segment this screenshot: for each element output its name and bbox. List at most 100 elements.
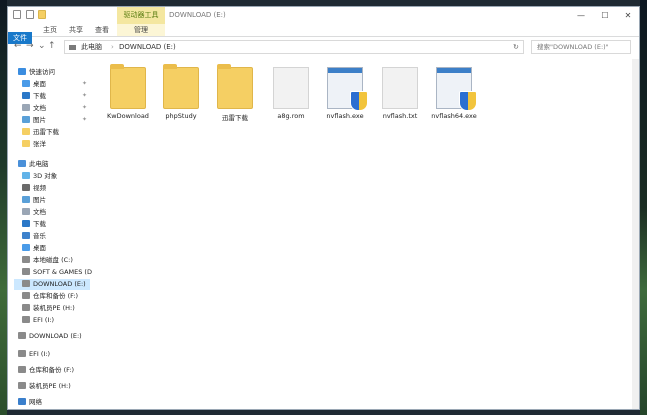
nav-drive-i-root[interactable]: EFI (I:) [18, 349, 50, 360]
nav-label: EFI (I:) [29, 350, 51, 358]
nav-drive-h-root[interactable]: 装机员PE (H:) [18, 381, 71, 392]
recent-locations-button[interactable]: ⌄ [38, 41, 46, 51]
nav-label: 桌面 [33, 244, 46, 252]
drive-icon [18, 350, 26, 357]
nav-label: 下载 [33, 220, 46, 228]
nav-quick-access[interactable]: 快速访问 [18, 67, 55, 78]
drive-icon [22, 292, 30, 299]
breadcrumb-this-pc[interactable]: 此电脑 [81, 41, 102, 53]
back-button[interactable]: ← [14, 41, 22, 51]
tab-view[interactable]: 查看 [92, 24, 112, 36]
search-input[interactable]: 搜索"DOWNLOAD (E:)" [531, 40, 631, 54]
nav-pc-desktop[interactable]: 桌面 [22, 243, 46, 254]
file-name: nvflash64.exe [431, 112, 477, 120]
breadcrumb-drive[interactable]: DOWNLOAD (E:) [119, 41, 176, 53]
app-icon [13, 10, 21, 19]
nav-this-pc[interactable]: 此电脑 [18, 159, 49, 170]
close-button[interactable]: ✕ [617, 7, 639, 24]
nav-videos[interactable]: 视频 [22, 183, 46, 194]
pin-icon: ✦ [82, 80, 88, 87]
file-item-kwdownload[interactable]: KwDownload [102, 64, 154, 120]
file-item-phpstudy[interactable]: phpStudy [155, 64, 207, 120]
address-bar[interactable]: 此电脑 › DOWNLOAD (E:) ↻ [64, 40, 524, 54]
nav-label: 图片 [33, 196, 46, 204]
nav-music[interactable]: 音乐 [22, 231, 46, 242]
blank-file-icon [273, 67, 309, 109]
text-file-icon [382, 67, 418, 109]
nav-3d-objects[interactable]: 3D 对象 [22, 171, 57, 182]
tab-manage[interactable]: 管理 [123, 24, 159, 36]
up-button[interactable]: ↑ [48, 41, 56, 51]
drive-icon [18, 332, 26, 339]
nav-label: 音乐 [33, 232, 46, 240]
tab-home[interactable]: 主页 [40, 24, 60, 36]
properties-icon[interactable] [26, 10, 34, 19]
vertical-scrollbar[interactable] [632, 59, 639, 409]
drive-icon [18, 382, 26, 389]
file-item-a8g-rom[interactable]: a8g.rom [265, 67, 317, 120]
context-group-label: 驱动器工具 [123, 11, 159, 19]
minimize-button[interactable]: — [570, 7, 592, 24]
document-icon [22, 104, 30, 111]
desktop-icon [22, 244, 30, 251]
explorer-window: 驱动器工具 DOWNLOAD (E:) — ☐ ✕ 文件 主页 共享 查看 管理… [7, 6, 640, 410]
new-folder-icon[interactable] [38, 10, 46, 19]
drive-icon [22, 316, 30, 323]
forward-button[interactable]: → [26, 41, 34, 51]
drive-icon [18, 366, 26, 373]
navigation-pane: 快速访问 桌面 ✦ 下载 ✦ 文档 ✦ 图片 ✦ 迅雷下载 张洋 此电脑 3D … [8, 59, 94, 409]
drive-icon [22, 268, 30, 275]
drive-icon [22, 304, 30, 311]
pictures-icon [22, 196, 30, 203]
nav-drive-e-selected[interactable]: DOWNLOAD (E:) [14, 279, 90, 290]
executable-icon [327, 67, 368, 111]
star-icon [18, 68, 26, 75]
nav-drive-f[interactable]: 仓库和备份 (F:) [22, 291, 78, 302]
desktop-icon [22, 80, 30, 87]
nav-label: 仓库和备份 (F:) [29, 366, 75, 374]
nav-label: 文档 [33, 208, 46, 216]
file-item-xunlei[interactable]: 迅雷下载 [209, 64, 261, 122]
file-item-nvflash-exe[interactable]: nvflash.exe [319, 67, 371, 120]
nav-label: DOWNLOAD (E:) [33, 280, 86, 288]
nav-pictures[interactable]: 图片 [22, 115, 46, 126]
executable-icon [436, 67, 477, 111]
maximize-button[interactable]: ☐ [594, 7, 616, 24]
document-icon [22, 208, 30, 215]
nav-network[interactable]: 网络 [18, 397, 42, 408]
nav-pc-downloads[interactable]: 下载 [22, 219, 46, 230]
nav-drive-f-root[interactable]: 仓库和备份 (F:) [18, 365, 74, 376]
nav-label: 张洋 [33, 140, 46, 148]
file-item-nvflash64-exe[interactable]: nvflash64.exe [428, 67, 480, 120]
nav-drive-e-root[interactable]: DOWNLOAD (E:) [18, 331, 82, 342]
nav-drive-i[interactable]: EFI (I:) [22, 315, 54, 326]
nav-pc-pictures[interactable]: 图片 [22, 195, 46, 206]
file-name: nvflash.exe [326, 112, 364, 120]
network-icon [18, 398, 26, 405]
nav-pc-documents[interactable]: 文档 [22, 207, 46, 218]
uac-shield-icon [350, 91, 368, 111]
address-row: ← → ⌄ ↑ 此电脑 › DOWNLOAD (E:) ↻ 搜索"DOWNLOA… [8, 37, 639, 57]
nav-xunlei-downloads[interactable]: 迅雷下载 [22, 127, 59, 138]
folder-icon [22, 140, 30, 147]
nav-zhangyang[interactable]: 张洋 [22, 139, 46, 150]
folder-icon [163, 64, 199, 109]
title-bar: 驱动器工具 DOWNLOAD (E:) — ☐ ✕ [8, 7, 639, 24]
nav-drive-d[interactable]: SOFT & GAMES (D [22, 267, 92, 278]
file-item-nvflash-txt[interactable]: nvflash.txt [374, 67, 426, 120]
tab-share[interactable]: 共享 [66, 24, 86, 36]
context-tab-group: 驱动器工具 [117, 7, 165, 24]
breadcrumb-separator-icon: › [111, 43, 114, 51]
refresh-icon[interactable]: ↻ [513, 41, 519, 53]
nav-desktop[interactable]: 桌面 [22, 79, 46, 90]
pictures-icon [22, 116, 30, 123]
nav-downloads[interactable]: 下载 [22, 91, 46, 102]
nav-documents[interactable]: 文档 [22, 103, 46, 114]
file-name: KwDownload [107, 112, 149, 120]
download-icon [22, 92, 30, 99]
nav-drive-c[interactable]: 本地磁盘 (C:) [22, 255, 73, 266]
nav-label: 图片 [33, 116, 46, 124]
file-list: KwDownload phpStudy 迅雷下载 a8g.rom nvflash… [98, 59, 628, 409]
file-name: phpStudy [165, 112, 197, 120]
nav-drive-h[interactable]: 装机员PE (H:) [22, 303, 75, 314]
